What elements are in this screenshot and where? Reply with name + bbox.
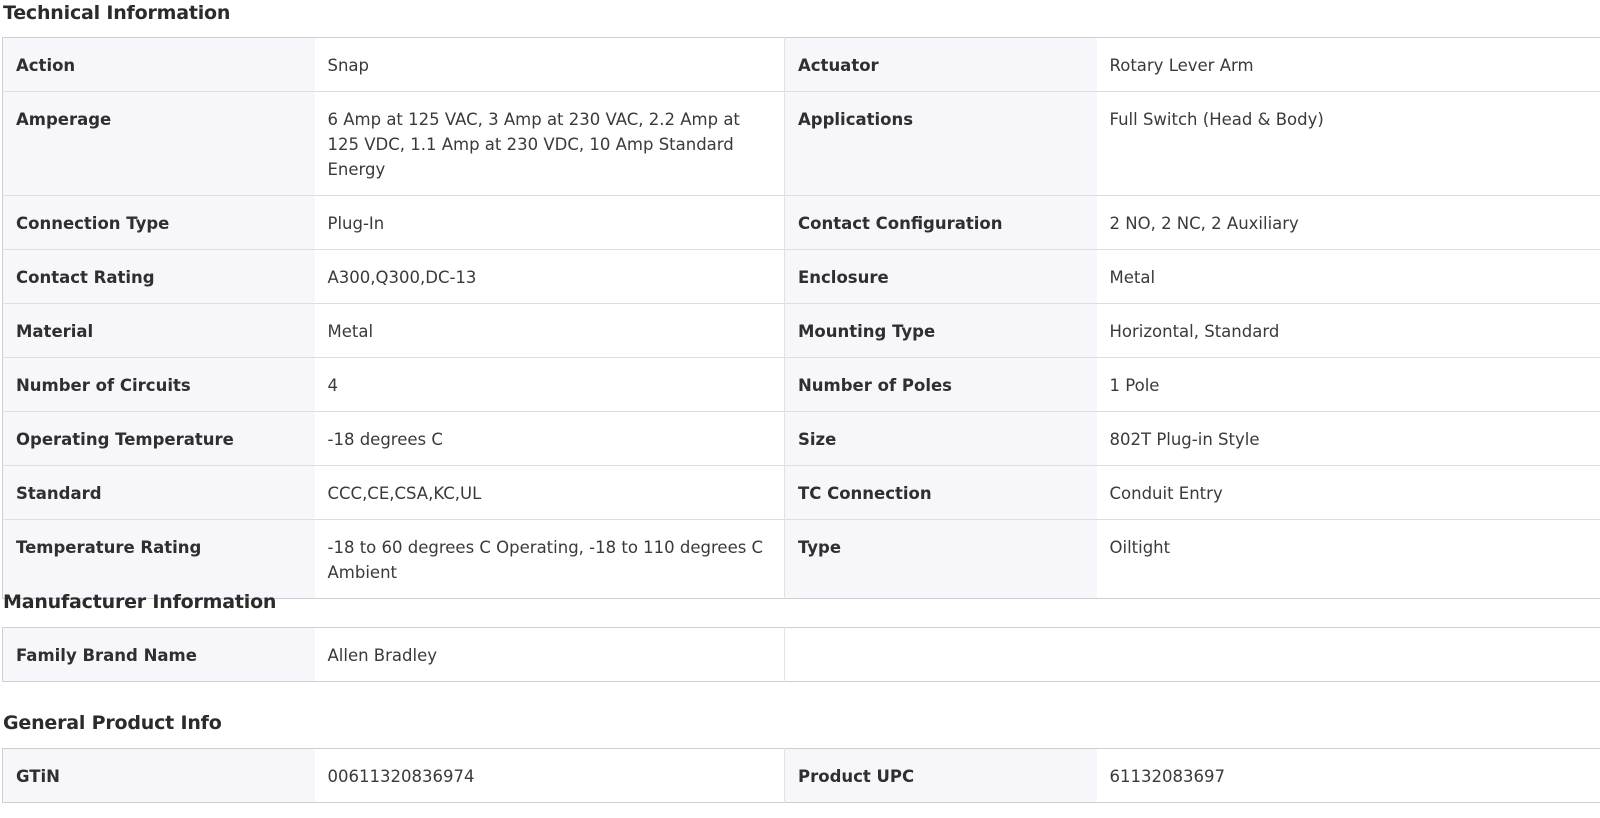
spec-label: Amperage: [2, 91, 315, 196]
spec-value: CCC,CE,CSA,KC,UL: [314, 465, 785, 520]
spec-label: Contact Configuration: [784, 195, 1097, 250]
table-row: Operating Temperature -18 degrees C Size…: [2, 411, 1600, 466]
spec-label: Contact Rating: [2, 249, 315, 304]
spec-value: 61132083697: [1096, 748, 1600, 803]
spec-label: Standard: [2, 465, 315, 520]
manufacturer-information-heading: Manufacturer Information: [3, 591, 277, 613]
empty-cell: [784, 627, 1600, 682]
technical-information-table: Action Snap Actuator Rotary Lever Arm Am…: [2, 37, 1600, 599]
spec-label: Enclosure: [784, 249, 1097, 304]
spec-value: Oiltight: [1096, 519, 1600, 599]
table-row: Standard CCC,CE,CSA,KC,UL TC Connection …: [2, 465, 1600, 520]
table-row: Temperature Rating -18 to 60 degrees C O…: [2, 519, 1600, 599]
spec-value: -18 degrees C: [314, 411, 785, 466]
table-row: Amperage 6 Amp at 125 VAC, 3 Amp at 230 …: [2, 91, 1600, 196]
manufacturer-information-table: Family Brand Name Allen Bradley: [2, 627, 1600, 682]
spec-label: Mounting Type: [784, 303, 1097, 358]
table-row: Family Brand Name Allen Bradley: [2, 627, 1600, 682]
spec-value: 2 NO, 2 NC, 2 Auxiliary: [1096, 195, 1600, 250]
spec-label: Type: [784, 519, 1097, 599]
spec-value: 00611320836974: [314, 748, 785, 803]
spec-value: Conduit Entry: [1096, 465, 1600, 520]
spec-label: Product UPC: [784, 748, 1097, 803]
spec-label: Number of Circuits: [2, 357, 315, 412]
table-row: Material Metal Mounting Type Horizontal,…: [2, 303, 1600, 358]
spec-label: Action: [2, 37, 315, 92]
table-row: GTiN 00611320836974 Product UPC 61132083…: [2, 748, 1600, 803]
spec-label: Temperature Rating: [2, 519, 315, 599]
spec-label: Material: [2, 303, 315, 358]
table-row: Action Snap Actuator Rotary Lever Arm: [2, 37, 1600, 92]
spec-label: Connection Type: [2, 195, 315, 250]
spec-label: Family Brand Name: [2, 627, 315, 682]
spec-value: Metal: [1096, 249, 1600, 304]
spec-value: Allen Bradley: [314, 627, 785, 682]
spec-value: Snap: [314, 37, 785, 92]
spec-value: 802T Plug-in Style: [1096, 411, 1600, 466]
spec-value: A300,Q300,DC-13: [314, 249, 785, 304]
spec-label: Size: [784, 411, 1097, 466]
spec-label: Applications: [784, 91, 1097, 196]
spec-value: 4: [314, 357, 785, 412]
spec-value: Metal: [314, 303, 785, 358]
general-product-info-table: GTiN 00611320836974 Product UPC 61132083…: [2, 748, 1600, 803]
spec-label: Number of Poles: [784, 357, 1097, 412]
general-product-info-heading: General Product Info: [3, 712, 222, 734]
spec-label: TC Connection: [784, 465, 1097, 520]
table-row: Contact Rating A300,Q300,DC-13 Enclosure…: [2, 249, 1600, 304]
spec-value: Horizontal, Standard: [1096, 303, 1600, 358]
spec-value: 1 Pole: [1096, 357, 1600, 412]
spec-value: -18 to 60 degrees C Operating, -18 to 11…: [314, 519, 785, 599]
table-row: Connection Type Plug-In Contact Configur…: [2, 195, 1600, 250]
spec-value: Rotary Lever Arm: [1096, 37, 1600, 92]
spec-label: Operating Temperature: [2, 411, 315, 466]
spec-label: Actuator: [784, 37, 1097, 92]
spec-label: GTiN: [2, 748, 315, 803]
spec-value: Plug-In: [314, 195, 785, 250]
table-row: Number of Circuits 4 Number of Poles 1 P…: [2, 357, 1600, 412]
technical-information-heading: Technical Information: [3, 2, 231, 24]
spec-value: Full Switch (Head & Body): [1096, 91, 1600, 196]
spec-value: 6 Amp at 125 VAC, 3 Amp at 230 VAC, 2.2 …: [314, 91, 785, 196]
